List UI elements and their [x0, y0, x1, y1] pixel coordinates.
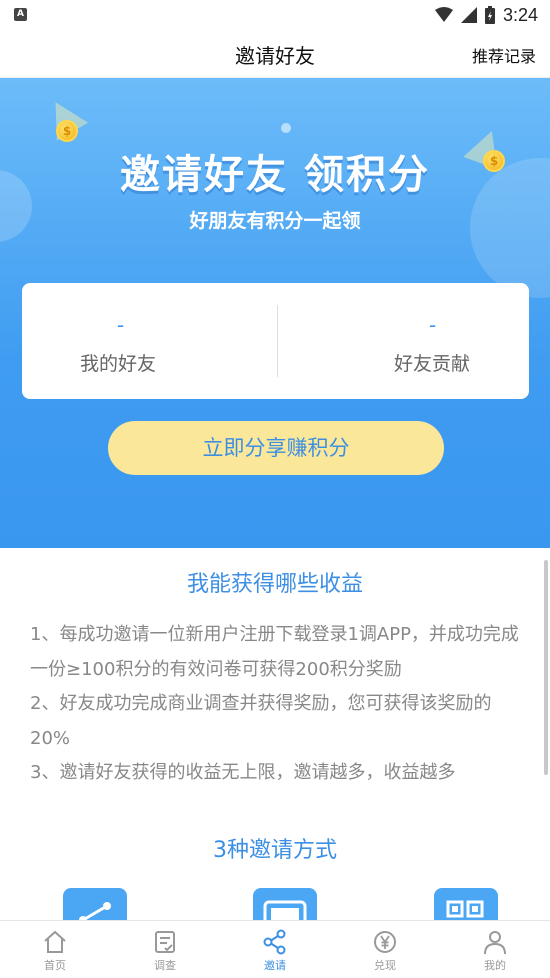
survey-icon — [155, 931, 175, 953]
nav-label: 兑现 — [374, 959, 396, 972]
hero-subline: 好朋友有积分一起领 — [189, 210, 361, 232]
status-indicators: 3:24 — [434, 3, 538, 27]
benefit-item: 3、邀请好友获得的收益无上限，邀请越多，收益越多 — [30, 762, 456, 783]
nav-label: 我的 — [484, 959, 506, 972]
nav-item-redeem[interactable]: 兑现 — [330, 921, 440, 978]
app-notification-icon: A — [14, 8, 27, 21]
battery-icon — [484, 6, 495, 24]
scrollbar[interactable] — [544, 560, 548, 775]
invite-stats-card: - 我的好友 - 好友贡献 — [22, 283, 529, 399]
invite-methods-title: 3种邀请方式 — [213, 838, 337, 863]
cellular-signal-icon — [460, 7, 477, 23]
decor-dot — [281, 123, 291, 133]
friend-contribution-value: - — [429, 313, 437, 337]
nav-item-profile[interactable]: 我的 — [440, 921, 550, 978]
my-friends-stat[interactable]: - 我的好友 — [22, 283, 275, 399]
nav-item-invite[interactable]: 邀请 — [220, 921, 330, 978]
nav-label: 首页 — [44, 959, 66, 972]
share-icon — [263, 929, 286, 955]
bottom-navigation: 首页 调查 邀请 兑现 我的 — [0, 920, 550, 978]
share-earn-points-button[interactable]: 立即分享赚积分 — [108, 421, 444, 475]
yuan-icon — [374, 931, 396, 953]
coin-icon: $ — [56, 120, 78, 142]
invite-hero-banner: $ $ 邀请好友 领积分 好朋友有积分一起领 - 我的好友 - 好友贡献 立即分… — [0, 78, 550, 548]
page-title: 邀请好友 — [235, 44, 315, 68]
status-bar: A 3:24 — [0, 0, 550, 30]
benefit-item: 2、好友成功完成商业调查并获得奖励，您可获得该奖励的20% — [30, 693, 492, 749]
home-icon — [44, 930, 66, 953]
nav-label: 邀请 — [264, 959, 286, 972]
nav-label: 调查 — [154, 959, 176, 972]
wifi-icon — [434, 7, 453, 22]
referral-records-link[interactable]: 推荐记录 — [472, 43, 536, 67]
friend-contribution-stat[interactable]: - 好友贡献 — [276, 283, 529, 399]
clock: 3:24 — [502, 4, 538, 25]
benefit-item: 1、每成功邀请一位新用户注册下载登录1调APP，并成功完成一份≥100积分的有效… — [30, 624, 519, 680]
my-friends-count: - — [117, 313, 125, 337]
hero-headline: 邀请好友 领积分 — [120, 152, 430, 198]
nav-item-survey[interactable]: 调查 — [110, 921, 220, 978]
my-friends-label: 我的好友 — [80, 353, 157, 375]
nav-item-home[interactable]: 首页 — [0, 921, 110, 978]
benefits-list: 1、每成功邀请一位新用户注册下载登录1调APP，并成功完成一份≥100积分的有效… — [30, 618, 530, 791]
user-icon — [484, 931, 506, 955]
friend-contribution-label: 好友贡献 — [394, 353, 471, 375]
benefits-section-title: 我能获得哪些收益 — [186, 572, 363, 597]
app-header: 邀请好友 推荐记录 — [0, 30, 550, 78]
